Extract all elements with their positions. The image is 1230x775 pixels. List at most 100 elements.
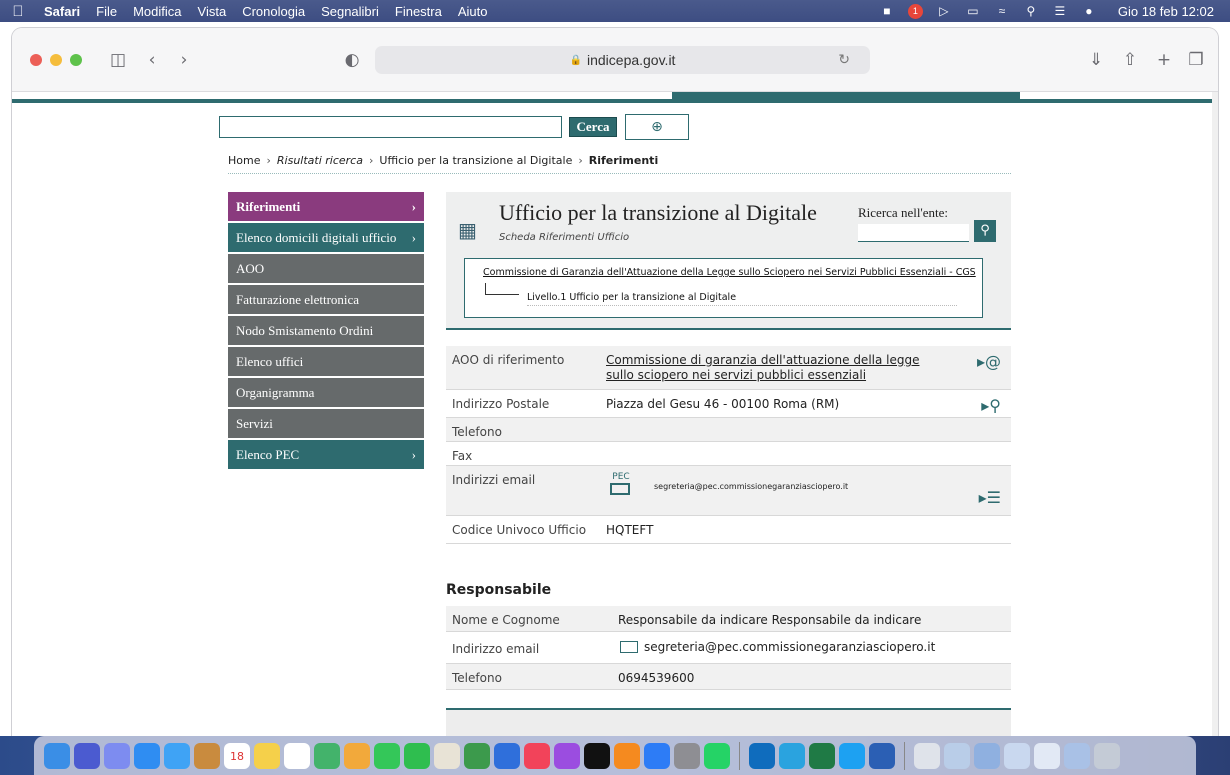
breadcrumb-home[interactable]: Home <box>228 154 260 167</box>
breadcrumb-current: Riferimenti <box>588 154 659 167</box>
minimize-window-button[interactable] <box>50 54 62 66</box>
safari-icon[interactable] <box>164 742 190 769</box>
pec-list-icon[interactable]: ▸☰ <box>979 488 1001 507</box>
breadcrumb-results[interactable]: Risultati ricerca <box>277 154 363 167</box>
reload-icon[interactable]: ↻ <box>838 51 850 68</box>
hierarchy-parent-link[interactable]: Commissione di Garanzia dell'Attuazione … <box>483 267 976 278</box>
sidebar-item-servizi[interactable]: Servizi <box>228 409 424 440</box>
fax-label: Fax <box>452 449 473 463</box>
downloads-icon[interactable]: ⇓ <box>1084 48 1108 72</box>
numbers-icon[interactable] <box>464 742 490 769</box>
outlook-icon[interactable] <box>749 742 775 769</box>
aoo-detail-icon[interactable]: ▸@ <box>977 352 1001 371</box>
mail-icon[interactable] <box>134 742 160 769</box>
apple-menu-icon[interactable]:  <box>0 3 36 20</box>
menu-file[interactable]: File <box>88 4 125 19</box>
app-status-icon[interactable]: ■ <box>879 4 895 18</box>
minimized-window-icon[interactable] <box>1064 742 1090 769</box>
finder-icon[interactable] <box>44 742 70 769</box>
app-grid-icon[interactable] <box>104 742 130 769</box>
tv-icon[interactable] <box>584 742 610 769</box>
page-scrollbar[interactable] <box>1212 92 1218 736</box>
minimized-window-icon[interactable] <box>974 742 1000 769</box>
search-input[interactable] <box>219 116 562 138</box>
word-icon[interactable] <box>869 742 895 769</box>
menu-cronologia[interactable]: Cronologia <box>234 4 313 19</box>
excel-icon[interactable] <box>809 742 835 769</box>
zoom-window-button[interactable] <box>70 54 82 66</box>
sidebar-item-label: AOO <box>236 260 265 276</box>
messages-icon[interactable] <box>374 742 400 769</box>
resp-email-label: Indirizzo email <box>452 642 540 656</box>
close-window-button[interactable] <box>30 54 42 66</box>
clock[interactable]: Gio 18 feb 12:02 <box>1110 4 1222 19</box>
entity-search-input[interactable] <box>858 224 969 242</box>
sidebar-item-riferimenti[interactable]: Riferimenti › <box>228 192 424 223</box>
books-icon[interactable] <box>614 742 640 769</box>
sidebar-item-elenco-uffici[interactable]: Elenco uffici <box>228 347 424 378</box>
sidebar-item-fatturazione[interactable]: Fatturazione elettronica <box>228 285 424 316</box>
table-row: AOO di riferimento Commissione di garanz… <box>446 346 1011 390</box>
sidebar-item-aoo[interactable]: AOO <box>228 254 424 285</box>
trash-icon[interactable] <box>1094 742 1120 769</box>
play-icon[interactable]: ▷ <box>936 4 952 18</box>
new-tab-icon[interactable]: + <box>1152 48 1176 72</box>
control-center-icon[interactable]: ☰ <box>1052 4 1068 18</box>
resp-email-value[interactable]: segreteria@pec.commissionegaranziasciope… <box>644 640 935 654</box>
launchpad-icon[interactable] <box>74 742 100 769</box>
aoo-link[interactable]: Commissione di garanzia dell'attuazione … <box>606 353 936 383</box>
forward-icon[interactable]: › <box>172 48 196 72</box>
wifi-icon[interactable]: ≈ <box>994 4 1010 18</box>
siri-icon[interactable]: ● <box>1081 4 1097 18</box>
maps-icon[interactable] <box>314 742 340 769</box>
search-button[interactable]: Cerca <box>569 117 617 137</box>
menu-modifica[interactable]: Modifica <box>125 4 189 19</box>
sidebar-item-organigramma[interactable]: Organigramma <box>228 378 424 409</box>
facetime-icon[interactable] <box>404 742 430 769</box>
privacy-shield-icon[interactable]: ◐ <box>340 48 364 72</box>
sidebar-item-domicili-digitali[interactable]: Elenco domicili digitali ufficio › <box>228 223 424 254</box>
calendar-icon[interactable]: 18 <box>224 742 250 769</box>
minimized-window-icon[interactable] <box>1004 742 1030 769</box>
menu-finestra[interactable]: Finestra <box>387 4 450 19</box>
entity-search-button[interactable]: ⚲ <box>974 220 996 242</box>
telegram-icon[interactable] <box>779 742 805 769</box>
spotlight-search-icon[interactable]: ⚲ <box>1023 4 1039 18</box>
edge-icon[interactable] <box>839 742 865 769</box>
email-label: Indirizzi email <box>452 473 536 487</box>
document-icon[interactable] <box>914 742 940 769</box>
sidebar-toggle-icon[interactable]: ◫ <box>106 48 130 72</box>
contacts-icon[interactable] <box>194 742 220 769</box>
menu-segnalibri[interactable]: Segnalibri <box>313 4 387 19</box>
sidebar-item-elenco-pec[interactable]: Elenco PEC › <box>228 440 424 471</box>
music-icon[interactable] <box>524 742 550 769</box>
reminders-icon[interactable] <box>284 742 310 769</box>
email-value[interactable]: segreteria@pec.commissionegaranziasciope… <box>654 482 848 491</box>
podcasts-icon[interactable] <box>554 742 580 769</box>
menu-aiuto[interactable]: Aiuto <box>450 4 496 19</box>
notification-badge[interactable]: 1 <box>907 3 923 19</box>
table-row: Telefono 0694539600 <box>446 664 1011 690</box>
entity-search-label: Ricerca nell'ente: <box>858 205 949 220</box>
sidebar-item-nodo-smistamento[interactable]: Nodo Smistamento Ordini <box>228 316 424 347</box>
menu-app-name[interactable]: Safari <box>36 4 88 19</box>
app-store-icon[interactable] <box>644 742 670 769</box>
map-pin-icon[interactable]: ▸⚲ <box>981 396 1001 415</box>
back-icon[interactable]: ‹ <box>140 48 164 72</box>
menu-vista[interactable]: Vista <box>190 4 235 19</box>
minimized-window-icon[interactable] <box>944 742 970 769</box>
share-icon[interactable]: ⇧ <box>1118 48 1142 72</box>
freeform-icon[interactable] <box>434 742 460 769</box>
notes-icon[interactable] <box>254 742 280 769</box>
web-page: Cerca ⊕ Home › Risultati ricerca › Uffic… <box>12 92 1218 736</box>
address-bar[interactable]: 🔒 indicepa.gov.it ↻ <box>375 46 870 74</box>
whatsapp-icon[interactable] <box>704 742 730 769</box>
photos-icon[interactable] <box>344 742 370 769</box>
system-settings-icon[interactable] <box>674 742 700 769</box>
breadcrumb-office[interactable]: Ufficio per la transizione al Digitale <box>379 154 572 167</box>
minimized-window-icon[interactable] <box>1034 742 1060 769</box>
advanced-search-icon[interactable]: ⊕ <box>625 114 689 140</box>
keynote-icon[interactable] <box>494 742 520 769</box>
battery-icon[interactable]: ▭ <box>965 4 981 18</box>
tab-overview-icon[interactable]: ❐ <box>1184 48 1208 72</box>
